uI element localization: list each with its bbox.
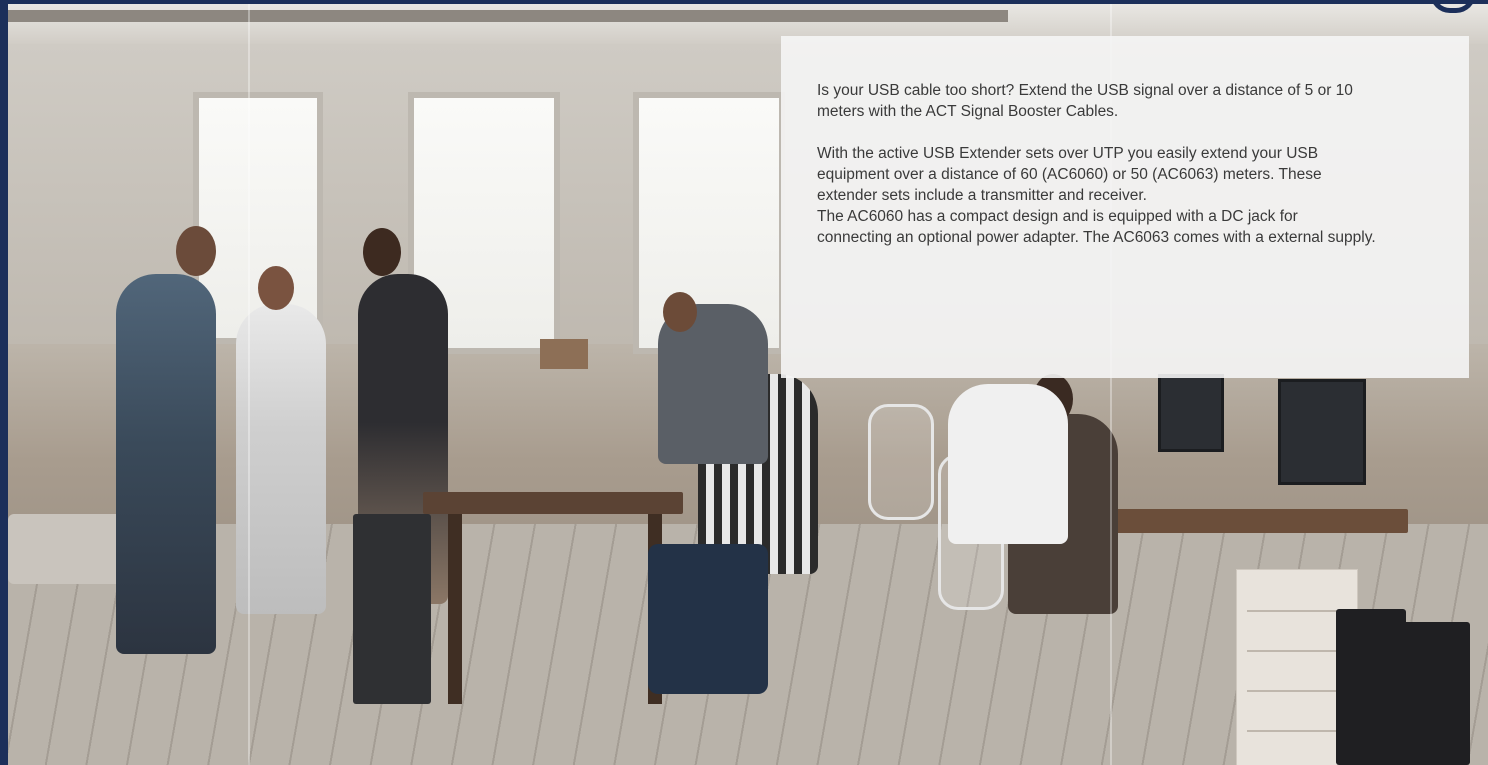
intro-paragraph-3: The AC6060 has a compact design and is e… bbox=[817, 208, 1376, 246]
person-head bbox=[663, 292, 697, 332]
glass-partition bbox=[248, 4, 250, 765]
office-chair bbox=[868, 404, 934, 520]
speaker bbox=[1400, 622, 1470, 765]
person-standing bbox=[116, 274, 216, 654]
intro-paragraph-1: Is your USB cable too short? Extend the … bbox=[817, 82, 1353, 120]
desk-leg bbox=[448, 514, 462, 704]
frame-left bbox=[0, 0, 8, 765]
monitor bbox=[1158, 374, 1224, 452]
person-standing bbox=[948, 384, 1068, 544]
monitor bbox=[1278, 379, 1366, 485]
desk bbox=[1108, 509, 1408, 533]
person-head bbox=[258, 266, 294, 310]
person-head bbox=[176, 226, 216, 276]
cabinet bbox=[353, 514, 431, 704]
speaker bbox=[1336, 609, 1406, 765]
page: Is your USB cable too short? Extend the … bbox=[0, 0, 1488, 765]
info-panel-text: Is your USB cable too short? Extend the … bbox=[817, 80, 1377, 248]
intro-paragraph-2: With the active USB Extender sets over U… bbox=[817, 145, 1322, 204]
desk bbox=[423, 492, 683, 514]
box bbox=[540, 339, 588, 369]
person-head bbox=[363, 228, 401, 276]
info-panel: Is your USB cable too short? Extend the … bbox=[781, 36, 1469, 378]
ceiling-beam bbox=[8, 10, 1008, 22]
person-legs bbox=[648, 544, 768, 694]
